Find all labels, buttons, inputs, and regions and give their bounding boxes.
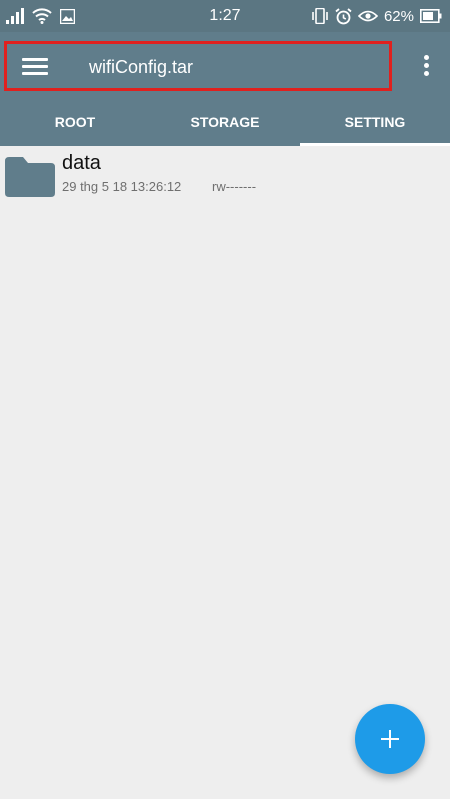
status-bar: 1:27 62%	[0, 0, 450, 32]
eye-icon	[357, 10, 378, 22]
app-bar: wifiConfig.tar	[0, 32, 450, 98]
file-list: data 29 thg 5 18 13:26:12 rw-------	[0, 146, 450, 204]
file-name: data	[62, 152, 101, 174]
title-highlight-box	[4, 41, 392, 91]
status-right-icons: 62%	[311, 6, 442, 26]
vibrate-icon	[312, 8, 328, 24]
tab-root[interactable]: ROOT	[0, 98, 150, 146]
page-title: wifiConfig.tar	[89, 57, 194, 77]
more-vertical-icon[interactable]	[418, 52, 436, 80]
list-item[interactable]: data 29 thg 5 18 13:26:12 rw-------	[0, 146, 450, 204]
tab-storage[interactable]: STORAGE	[150, 98, 300, 146]
tab-setting[interactable]: SETTING	[300, 98, 450, 146]
file-date: 29 thg 5 18 13:26:12	[62, 179, 182, 194]
folder-icon	[5, 157, 55, 197]
tab-bar: ROOT STORAGE SETTING	[0, 98, 450, 146]
battery-icon	[420, 9, 442, 23]
hamburger-menu-icon[interactable]	[22, 55, 48, 77]
file-permissions: rw-------	[212, 179, 257, 194]
alarm-icon	[335, 7, 352, 24]
add-button[interactable]	[355, 704, 425, 774]
battery-percent: 62%	[383, 7, 414, 25]
